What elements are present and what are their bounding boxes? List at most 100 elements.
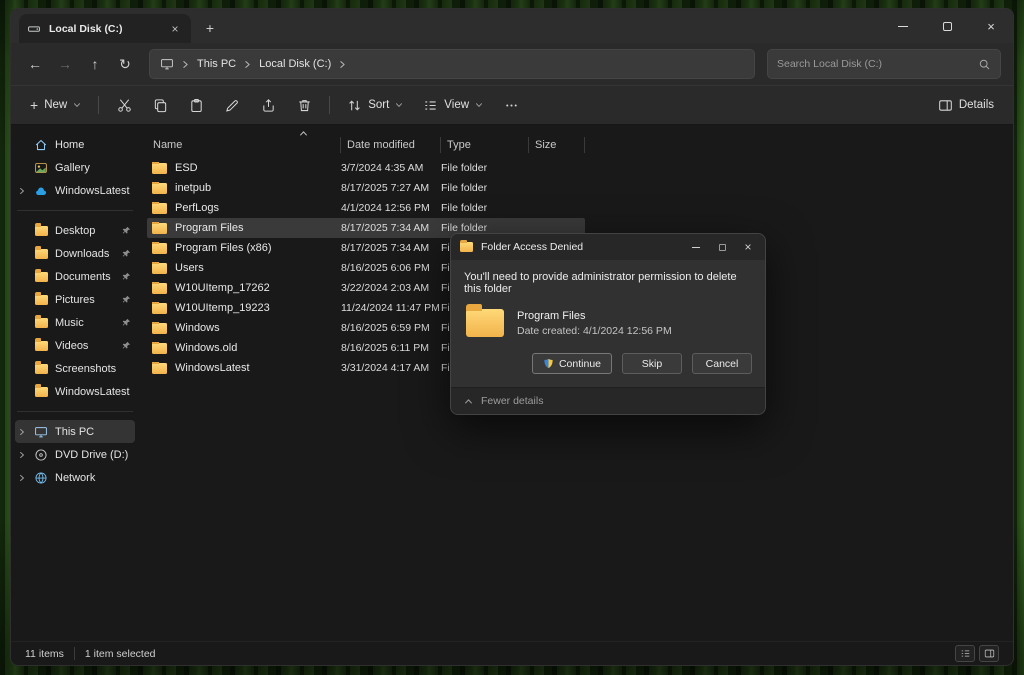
sidebar-item-music[interactable]: Music: [15, 311, 135, 334]
window-controls: ×: [881, 9, 1013, 43]
file-row[interactable]: inetpub 8/17/2025 7:27 AM File folder: [147, 178, 585, 198]
maximize-button[interactable]: [925, 9, 969, 43]
folder-icon: [35, 341, 48, 351]
pin-icon: [122, 295, 131, 304]
continue-button[interactable]: Continue: [532, 353, 612, 374]
file-type: File folder: [441, 182, 529, 194]
details-view-icon: [984, 648, 995, 659]
file-date-modified: 8/17/2025 7:34 AM: [341, 242, 441, 254]
dialog-body: You'll need to provide administrator per…: [451, 260, 765, 387]
sort-button[interactable]: Sort: [338, 90, 412, 120]
column-headers: Name Date modified Type Size: [147, 135, 1005, 155]
sidebar-item-screenshots[interactable]: Screenshots: [15, 357, 135, 380]
up-button[interactable]: ↑: [81, 50, 109, 78]
dialog-title-bar[interactable]: Folder Access Denied ×: [451, 234, 765, 260]
search-icon[interactable]: [978, 58, 991, 71]
share-icon: [261, 98, 276, 113]
sidebar-item-videos[interactable]: Videos: [15, 334, 135, 357]
details-label: Details: [959, 99, 994, 111]
folder-icon: [152, 203, 167, 214]
refresh-button[interactable]: ↻: [111, 50, 139, 78]
view-button[interactable]: View: [414, 90, 492, 120]
dialog-close-button[interactable]: ×: [735, 236, 761, 258]
folder-icon: [152, 363, 167, 374]
cancel-button[interactable]: Cancel: [692, 353, 752, 374]
sidebar-item-onedrive[interactable]: WindowsLatest - P: [15, 179, 135, 202]
column-header-name[interactable]: Name: [147, 137, 341, 153]
chevron-right-icon: [338, 60, 347, 69]
chevron-right-icon[interactable]: [18, 428, 26, 436]
dialog-maximize-button[interactable]: [709, 236, 735, 258]
minimize-button[interactable]: [881, 9, 925, 43]
file-name: Windows.old: [175, 342, 237, 354]
new-button[interactable]: + New: [21, 90, 90, 120]
sidebar-item-network[interactable]: Network: [15, 466, 135, 489]
sidebar-item-gallery[interactable]: Gallery: [15, 156, 135, 179]
new-tab-button[interactable]: +: [197, 15, 223, 41]
explorer-tab[interactable]: Local Disk (C:) ×: [19, 14, 191, 43]
details-view-toggle[interactable]: [979, 645, 999, 662]
new-label: New: [44, 99, 67, 111]
navigation-bar: ← → ↑ ↻ This PC Local Disk (C:): [11, 43, 1013, 85]
folder-icon: [35, 318, 48, 328]
skip-button[interactable]: Skip: [622, 353, 682, 374]
file-explorer-window: Local Disk (C:) × + × ← → ↑ ↻ This PC Lo…: [10, 8, 1014, 666]
column-header-type[interactable]: Type: [441, 137, 529, 153]
dialog-minimize-button[interactable]: [683, 236, 709, 258]
tab-close-icon[interactable]: ×: [167, 21, 183, 37]
file-row[interactable]: PerfLogs 4/1/2024 12:56 PM File folder: [147, 198, 585, 218]
breadcrumb-this-pc[interactable]: This PC: [197, 58, 236, 70]
file-name: Windows: [175, 322, 220, 334]
dialog-folder-info: Program Files Date created: 4/1/2024 12:…: [464, 309, 752, 337]
chevron-down-icon: [395, 101, 403, 109]
file-date-modified: 8/16/2025 6:11 PM: [341, 342, 441, 354]
minimize-icon: [898, 26, 908, 27]
forward-button[interactable]: →: [51, 50, 79, 78]
copy-icon: [153, 98, 168, 113]
paste-button[interactable]: [179, 90, 213, 120]
status-bar: 11 items 1 item selected: [11, 641, 1013, 665]
toolbar-divider: [329, 96, 330, 114]
chevron-right-icon[interactable]: [18, 451, 26, 459]
breadcrumb-local-disk[interactable]: Local Disk (C:): [259, 58, 331, 70]
sidebar-item-desktop[interactable]: Desktop: [15, 219, 135, 242]
details-pane-button[interactable]: Details: [929, 90, 1003, 120]
sidebar-item-windowslatest[interactable]: WindowsLatest: [15, 380, 135, 403]
share-button[interactable]: [251, 90, 285, 120]
pin-icon: [122, 318, 131, 327]
folder-icon: [35, 272, 48, 282]
copy-button[interactable]: [143, 90, 177, 120]
sidebar-item-dvd-drive[interactable]: DVD Drive (D:) CCC: [15, 443, 135, 466]
rename-icon: [225, 98, 240, 113]
search-input[interactable]: [777, 58, 978, 70]
sidebar-item-home[interactable]: Home: [15, 133, 135, 156]
list-view-toggle[interactable]: [955, 645, 975, 662]
trash-icon: [297, 98, 312, 113]
file-row[interactable]: ESD 3/7/2024 4:35 AM File folder: [147, 158, 585, 178]
address-bar[interactable]: This PC Local Disk (C:): [149, 49, 755, 79]
column-header-size[interactable]: Size: [529, 137, 585, 153]
fewer-details-toggle[interactable]: Fewer details: [451, 387, 765, 414]
sidebar-item-pictures[interactable]: Pictures: [15, 288, 135, 311]
chevron-right-icon[interactable]: [18, 474, 26, 482]
cut-button[interactable]: [107, 90, 141, 120]
sidebar-item-documents[interactable]: Documents: [15, 265, 135, 288]
paste-icon: [189, 98, 204, 113]
pin-icon: [122, 249, 131, 258]
close-button[interactable]: ×: [969, 9, 1013, 43]
column-header-date-modified[interactable]: Date modified: [341, 137, 441, 153]
sidebar-item-downloads[interactable]: Downloads: [15, 242, 135, 265]
chevron-right-icon[interactable]: [18, 187, 26, 195]
plus-icon: +: [30, 97, 38, 113]
tab-bar: Local Disk (C:) × + ×: [11, 9, 1013, 43]
more-options-button[interactable]: [494, 90, 528, 120]
delete-button[interactable]: [287, 90, 321, 120]
sidebar-item-this-pc[interactable]: This PC: [15, 420, 135, 443]
search-box: [767, 49, 1001, 79]
dialog-message: You'll need to provide administrator per…: [464, 271, 752, 295]
selection-count: 1 item selected: [85, 648, 156, 660]
view-icon: [423, 98, 438, 113]
rename-button[interactable]: [215, 90, 249, 120]
back-button[interactable]: ←: [21, 50, 49, 78]
folder-icon: [35, 364, 48, 374]
